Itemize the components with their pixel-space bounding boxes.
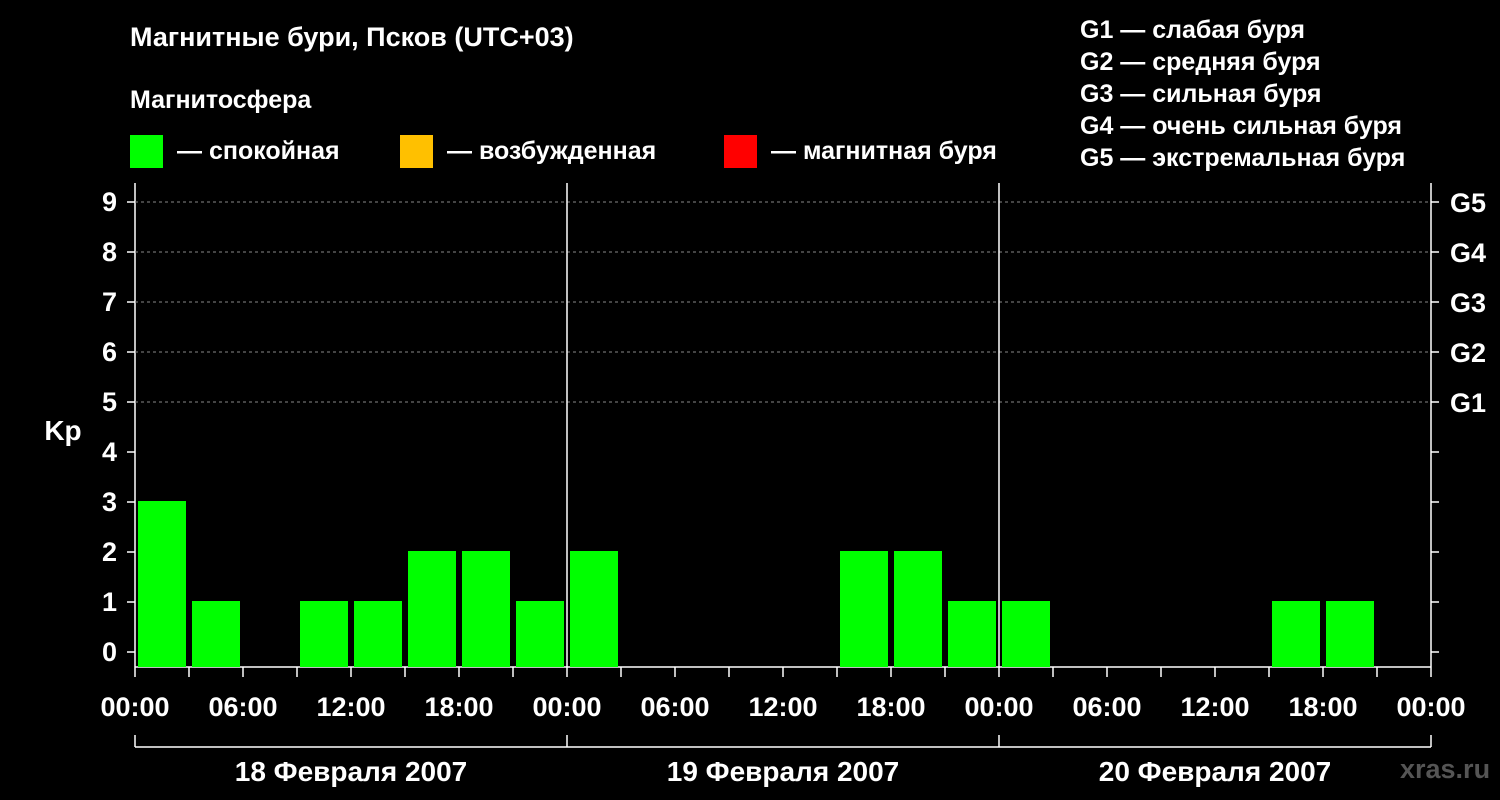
- day-label: 19 Февраля 2007: [667, 756, 899, 787]
- x-tick-label: 12:00: [316, 692, 385, 722]
- x-tick-label: 06:00: [208, 692, 277, 722]
- y-tick-label: 3: [102, 487, 117, 517]
- kp-bar: [300, 601, 348, 667]
- x-tick-label: 06:00: [640, 692, 709, 722]
- x-tick-label: 12:00: [748, 692, 817, 722]
- kp-bar: [408, 551, 456, 667]
- y-tick-label: 2: [102, 537, 117, 567]
- kp-bar: [516, 601, 564, 667]
- watermark: xras.ru: [1400, 754, 1491, 784]
- kp-bar: [1002, 601, 1050, 667]
- x-tick-label: 18:00: [1288, 692, 1357, 722]
- kp-bar: [192, 601, 240, 667]
- x-tick-label: 18:00: [424, 692, 493, 722]
- kp-bar: [570, 551, 618, 667]
- y-tick-label: 7: [102, 287, 117, 317]
- kp-bar: [138, 501, 186, 667]
- kp-bar: [354, 601, 402, 667]
- y-tick-label: 6: [102, 337, 117, 367]
- y-tick-label: 4: [102, 437, 117, 467]
- kp-bar: [462, 551, 510, 667]
- storm-level-label: G2: [1450, 338, 1486, 368]
- day-label: 18 Февраля 2007: [235, 756, 467, 787]
- y-tick-label: 5: [102, 387, 117, 417]
- day-label: 20 Февраля 2007: [1099, 756, 1331, 787]
- kp-bar: [948, 601, 996, 667]
- storm-level-label: G5: [1450, 188, 1486, 218]
- x-tick-label: 00:00: [532, 692, 601, 722]
- storm-level-label: G3: [1450, 288, 1486, 318]
- kp-bar: [1326, 601, 1374, 667]
- x-tick-label: 12:00: [1180, 692, 1249, 722]
- y-tick-label: 9: [102, 187, 117, 217]
- storm-level-label: G4: [1450, 238, 1486, 268]
- x-tick-label: 00:00: [964, 692, 1033, 722]
- kp-bar: [1272, 601, 1320, 667]
- kp-bar-chart: 0 1 2 3 4 5 6 7 8 9 G1 G2 G3 G4 G5 Kp 00:00 06:00 12:00 18:…: [44, 183, 1486, 787]
- x-tick-label: 00:00: [100, 692, 169, 722]
- y-tick-label: 8: [102, 237, 117, 267]
- kp-bar: [840, 551, 888, 667]
- y-axis-title: Kp: [44, 415, 81, 446]
- y-tick-label: 1: [102, 587, 117, 617]
- x-tick-label: 06:00: [1072, 692, 1141, 722]
- x-tick-label: 00:00: [1396, 692, 1465, 722]
- x-tick-label: 18:00: [856, 692, 925, 722]
- y-tick-label: 0: [102, 637, 117, 667]
- storm-level-label: G1: [1450, 388, 1486, 418]
- kp-bar: [894, 551, 942, 667]
